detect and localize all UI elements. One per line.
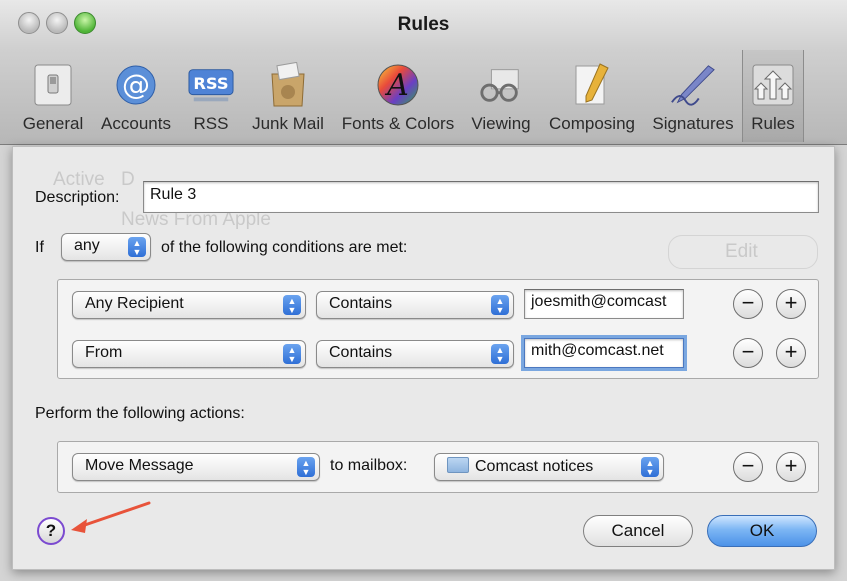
toolbar-label: Rules xyxy=(751,114,795,133)
pencil-icon xyxy=(569,62,615,108)
preferences-toolbar: General @ Accounts RSS RSS Junk Mail A F… xyxy=(14,50,804,142)
if-label: If xyxy=(35,239,44,256)
condition-operator-select[interactable]: Contains ▲ ▼ xyxy=(316,340,514,368)
window-title: Rules xyxy=(397,14,450,35)
actions-label: Perform the following actions: xyxy=(35,405,245,422)
remove-action-button[interactable]: − xyxy=(733,452,763,482)
chevron-updown-icon: ▲ ▼ xyxy=(128,237,146,257)
svg-text:A: A xyxy=(384,68,409,103)
condition-operator-value: Contains xyxy=(329,295,393,312)
toolbar-item-fonts-colors[interactable]: A Fonts & Colors xyxy=(334,50,462,142)
toolbar-item-rss[interactable]: RSS RSS xyxy=(180,50,242,142)
add-action-button[interactable]: + xyxy=(776,452,806,482)
rule-edit-sheet: Active D News From Apple Edit Descriptio… xyxy=(12,146,835,570)
actions-box: Move Message ▲ ▼ to mailbox: Comcast noti… xyxy=(57,441,819,493)
font-color-icon: A xyxy=(375,62,421,108)
action-type-select[interactable]: Move Message ▲ ▼ xyxy=(72,453,320,481)
chevron-updown-icon: ▲ ▼ xyxy=(283,344,301,364)
toolbar-label: Signatures xyxy=(652,114,734,133)
folder-icon xyxy=(447,457,469,473)
chevron-updown-icon: ▲ ▼ xyxy=(491,344,509,364)
rss-icon: RSS xyxy=(188,62,234,108)
background-column-active: Active xyxy=(53,169,105,190)
toolbar-item-general[interactable]: General xyxy=(14,50,92,142)
toolbar-label: Viewing xyxy=(471,114,531,133)
add-condition-button[interactable]: + xyxy=(776,338,806,368)
chevron-updown-icon: ▲ ▼ xyxy=(641,457,659,477)
condition-field-value: Any Recipient xyxy=(85,295,184,312)
at-sign-icon: @ xyxy=(113,62,159,108)
background-column-description: D xyxy=(121,169,135,190)
junk-mail-icon xyxy=(265,62,311,108)
condition-operator-value: Contains xyxy=(329,344,393,361)
remove-condition-button[interactable]: − xyxy=(733,289,763,319)
to-mailbox-label: to mailbox: xyxy=(330,457,408,474)
condition-operator-select[interactable]: Contains ▲ ▼ xyxy=(316,291,514,319)
svg-text:@: @ xyxy=(122,68,150,101)
ok-button[interactable]: OK xyxy=(707,515,817,547)
toolbar-item-accounts[interactable]: @ Accounts xyxy=(92,50,180,142)
toolbar-item-viewing[interactable]: Viewing xyxy=(462,50,540,142)
action-type-value: Move Message xyxy=(85,457,194,474)
match-type-value: any xyxy=(74,237,100,254)
description-field[interactable]: Rule 3 xyxy=(143,181,819,213)
add-condition-button[interactable]: + xyxy=(776,289,806,319)
remove-condition-button[interactable]: − xyxy=(733,338,763,368)
description-label: Description: xyxy=(35,189,120,206)
window-toolbar: Rules General @ Accounts RSS RSS Junk Ma… xyxy=(0,0,847,145)
toolbar-label: Junk Mail xyxy=(252,114,324,133)
signature-pen-icon xyxy=(670,62,716,108)
toolbar-item-junk-mail[interactable]: Junk Mail xyxy=(242,50,334,142)
condition-field-select[interactable]: Any Recipient ▲ ▼ xyxy=(72,291,306,319)
match-type-select[interactable]: any ▲ ▼ xyxy=(61,233,151,261)
cancel-button[interactable]: Cancel xyxy=(583,515,693,547)
condition-field-select[interactable]: From ▲ ▼ xyxy=(72,340,306,368)
rules-arrows-icon xyxy=(750,62,796,108)
toolbar-label: General xyxy=(22,114,84,133)
conditions-box: Any Recipient ▲ ▼ Contains ▲ ▼ joesmith@co… xyxy=(57,279,819,379)
conditions-suffix-label: of the following conditions are met: xyxy=(161,239,408,256)
mailbox-select[interactable]: Comcast notices ▲ ▼ xyxy=(434,453,664,481)
annotation-arrow-icon xyxy=(71,501,151,533)
toolbar-item-signatures[interactable]: Signatures xyxy=(644,50,742,142)
help-button[interactable]: ? xyxy=(37,517,65,545)
condition-field-value: From xyxy=(85,344,123,361)
toolbar-item-composing[interactable]: Composing xyxy=(540,50,644,142)
toolbar-item-rules[interactable]: Rules xyxy=(742,50,804,142)
chevron-updown-icon: ▲ ▼ xyxy=(297,457,315,477)
toolbar-label: Accounts xyxy=(101,114,171,133)
condition-value-field[interactable]: joesmith@comcast xyxy=(524,289,684,319)
background-edit-label: Edit xyxy=(725,241,758,262)
glasses-icon xyxy=(478,62,524,108)
svg-text:RSS: RSS xyxy=(193,74,228,93)
toolbar-label: Fonts & Colors xyxy=(341,114,455,133)
switch-icon xyxy=(30,62,76,108)
chevron-updown-icon: ▲ ▼ xyxy=(491,295,509,315)
toolbar-label: Composing xyxy=(549,114,635,133)
condition-value-field[interactable]: mith@comcast.net xyxy=(524,338,684,368)
mailbox-value: Comcast notices xyxy=(475,458,594,475)
toolbar-label: RSS xyxy=(193,114,229,133)
chevron-updown-icon: ▲ ▼ xyxy=(283,295,301,315)
